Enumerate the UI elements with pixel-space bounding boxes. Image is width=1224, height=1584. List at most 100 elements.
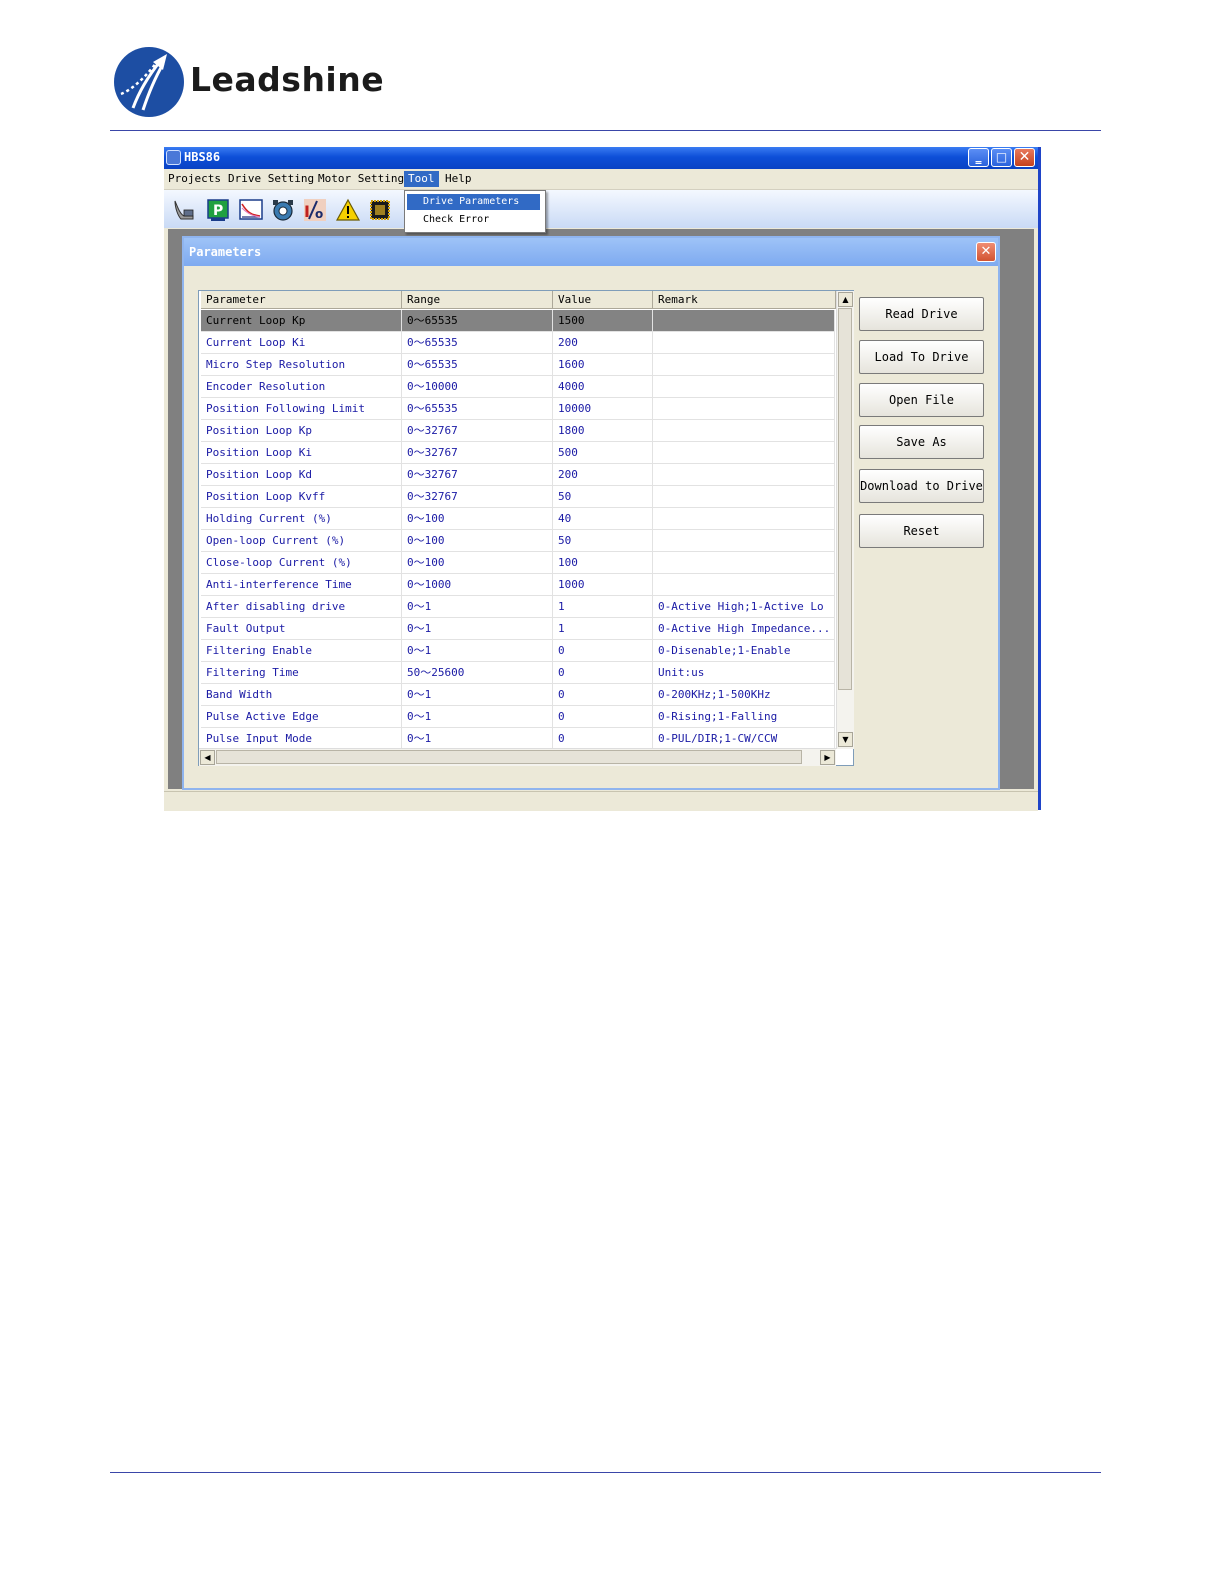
column-header-range[interactable]: Range — [402, 291, 553, 309]
cell-value[interactable]: 1000 — [553, 574, 653, 595]
column-header-remark[interactable]: Remark — [653, 291, 836, 309]
load-to-drive-button[interactable]: Load To Drive — [859, 340, 984, 374]
column-header-parameter[interactable]: Parameter — [201, 291, 402, 309]
cell-remark: 0-Active High Impedance... — [653, 618, 835, 639]
scope-icon[interactable] — [239, 198, 263, 222]
cell-value[interactable]: 1600 — [553, 354, 653, 375]
open-file-button[interactable]: Open File — [859, 383, 984, 417]
window-titlebar[interactable]: HBS86 ‗ □ ✕ — [164, 147, 1038, 169]
cell-range: 0～32767 — [402, 464, 553, 485]
save-as-button[interactable]: Save As — [859, 425, 984, 459]
table-row[interactable]: Pulse Active Edge 0～1 0 0-Rising;1-Falling — [201, 706, 835, 728]
horizontal-scrollbar[interactable]: ◀ ▶ — [199, 748, 836, 766]
cell-value[interactable]: 500 — [553, 442, 653, 463]
cell-remark: 0-PUL/DIR;1-CW/CCW — [653, 728, 835, 749]
cell-remark — [653, 574, 835, 595]
cell-remark — [653, 552, 835, 573]
table-row[interactable]: Position Loop Kd 0～32767 200 — [201, 464, 835, 486]
io-icon[interactable]: I o — [303, 198, 327, 222]
minimize-button[interactable]: ‗ — [968, 148, 989, 167]
table-row[interactable]: Position Following Limit 0～65535 10000 — [201, 398, 835, 420]
cell-remark: 0-Disenable;1-Enable — [653, 640, 835, 661]
cell-remark — [653, 508, 835, 529]
scroll-right-icon[interactable]: ▶ — [820, 750, 835, 765]
close-button[interactable]: ✕ — [1014, 148, 1035, 167]
scroll-left-icon[interactable]: ◀ — [200, 750, 215, 765]
menu-motor-setting[interactable]: Motor Setting — [318, 172, 404, 185]
menubar: Projects Drive Setting Motor Setting Too… — [164, 169, 1038, 190]
menu-drive-setting[interactable]: Drive Setting — [228, 172, 314, 185]
svg-text:P: P — [213, 203, 223, 219]
table-row[interactable]: Current Loop Ki 0～65535 200 — [201, 332, 835, 354]
maximize-button[interactable]: □ — [991, 148, 1012, 167]
cell-value[interactable]: 50 — [553, 486, 653, 507]
download-to-drive-button[interactable]: Download to Drive — [859, 469, 984, 503]
vertical-scroll-thumb[interactable] — [838, 308, 852, 690]
cell-value[interactable]: 1500 — [553, 310, 653, 331]
reset-button[interactable]: Reset — [859, 514, 984, 548]
table-row[interactable]: Position Loop Kp 0～32767 1800 — [201, 420, 835, 442]
tool-dropdown: Drive Parameters Check Error — [404, 190, 546, 233]
menu-item-check-error[interactable]: Check Error — [407, 212, 540, 228]
cell-parameter: Pulse Input Mode — [201, 728, 402, 749]
menu-help[interactable]: Help — [445, 172, 472, 185]
scroll-down-icon[interactable]: ▼ — [838, 732, 853, 747]
cell-value[interactable]: 200 — [553, 332, 653, 353]
chip-icon[interactable] — [368, 198, 392, 222]
cell-value[interactable]: 1 — [553, 596, 653, 617]
cell-value[interactable]: 0 — [553, 728, 653, 749]
cell-value[interactable]: 200 — [553, 464, 653, 485]
wizard-icon[interactable] — [172, 198, 196, 222]
cell-value[interactable]: 0 — [553, 706, 653, 727]
scroll-up-icon[interactable]: ▲ — [838, 292, 853, 307]
cell-value[interactable]: 100 — [553, 552, 653, 573]
parameter-icon[interactable]: P — [206, 198, 230, 222]
cell-value[interactable]: 1800 — [553, 420, 653, 441]
column-header-value[interactable]: Value — [553, 291, 653, 309]
motor-icon[interactable] — [271, 198, 295, 222]
menu-projects[interactable]: Projects — [168, 172, 221, 185]
cell-range: 0～32767 — [402, 420, 553, 441]
dialog-titlebar[interactable]: Parameters ✕ — [184, 238, 998, 266]
table-row[interactable]: Anti-interference Time 0～1000 1000 — [201, 574, 835, 596]
cell-range: 0～1 — [402, 728, 553, 749]
table-row[interactable]: Position Loop Ki 0～32767 500 — [201, 442, 835, 464]
vertical-scrollbar[interactable]: ▲ ▼ — [836, 291, 854, 749]
dialog-close-button[interactable]: ✕ — [976, 242, 996, 262]
cell-parameter: Current Loop Ki — [201, 332, 402, 353]
table-row[interactable]: Current Loop Kp 0～65535 1500 — [201, 310, 835, 332]
table-row[interactable]: Open-loop Current (%) 0～100 50 — [201, 530, 835, 552]
cell-value[interactable]: 0 — [553, 684, 653, 705]
table-row[interactable]: Close-loop Current (%) 0～100 100 — [201, 552, 835, 574]
warning-icon[interactable] — [336, 198, 360, 222]
cell-remark — [653, 376, 835, 397]
cell-value[interactable]: 1 — [553, 618, 653, 639]
table-row[interactable]: Holding Current (%) 0～100 40 — [201, 508, 835, 530]
svg-text:o: o — [315, 207, 323, 221]
table-row[interactable]: Position Loop Kvff 0～32767 50 — [201, 486, 835, 508]
cell-range: 0～100 — [402, 552, 553, 573]
cell-range: 0～65535 — [402, 354, 553, 375]
cell-value[interactable]: 50 — [553, 530, 653, 551]
cell-value[interactable]: 0 — [553, 640, 653, 661]
cell-value[interactable]: 40 — [553, 508, 653, 529]
brand-name: Leadshine — [190, 60, 385, 99]
menu-tool[interactable]: Tool — [404, 171, 439, 187]
cell-remark — [653, 530, 835, 551]
table-row[interactable]: Filtering Time 50～25600 0 Unit:us — [201, 662, 835, 684]
horizontal-scroll-thumb[interactable] — [216, 750, 802, 764]
menu-item-drive-parameters[interactable]: Drive Parameters — [407, 194, 540, 210]
cell-value[interactable]: 4000 — [553, 376, 653, 397]
read-drive-button[interactable]: Read Drive — [859, 297, 984, 331]
app-icon — [166, 150, 181, 165]
cell-value[interactable]: 10000 — [553, 398, 653, 419]
cell-value[interactable]: 0 — [553, 662, 653, 683]
table-row[interactable]: Fault Output 0～1 1 0-Active High Impedance.… — [201, 618, 835, 640]
table-row[interactable]: Encoder Resolution 0～10000 4000 — [201, 376, 835, 398]
cell-parameter: Holding Current (%) — [201, 508, 402, 529]
table-row[interactable]: Pulse Input Mode 0～1 0 0-PUL/DIR;1-CW/CCW — [201, 728, 835, 750]
table-row[interactable]: After disabling drive 0～1 1 0-Active High;1… — [201, 596, 835, 618]
table-row[interactable]: Band Width 0～1 0 0-200KHz;1-500KHz — [201, 684, 835, 706]
table-row[interactable]: Micro Step Resolution 0～65535 1600 — [201, 354, 835, 376]
table-row[interactable]: Filtering Enable 0～1 0 0-Disenable;1-Enable — [201, 640, 835, 662]
